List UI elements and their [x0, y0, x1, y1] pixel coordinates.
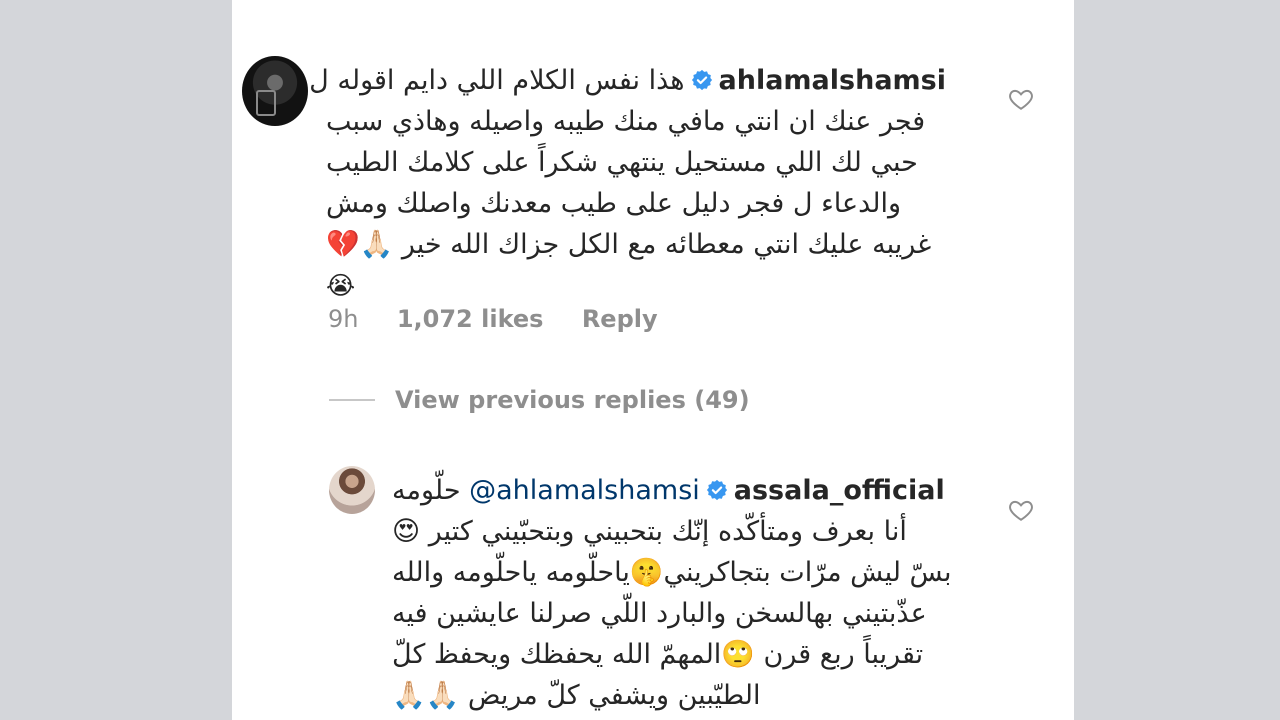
comment-text-line: 😭: [326, 271, 356, 300]
comment-text-line: حبي لك اللي مستحيل ينتهي شكراً على كلامك…: [326, 147, 918, 178]
likes-count-button[interactable]: 1,072 likes: [397, 305, 544, 333]
comment-text-line: تقريباً ربع قرن 🙄المهمّ الله يحفظك ويحفظ…: [392, 639, 924, 670]
comment-text-line: حلّومه: [392, 475, 461, 506]
comment-text-line: غريبه عليك انتي معطائه مع الكل جزاك الله…: [326, 229, 932, 260]
comments-panel: ahlamalshamsi هذا نفس الكلام اللي دايم اق…: [232, 0, 1074, 720]
verified-badge-icon: [706, 479, 727, 501]
view-replies-label: View previous replies (49): [395, 386, 750, 414]
comment-meta: 9h 1,072 likes Reply: [328, 305, 688, 333]
comment-assala-official: assala_official @ahlamalshamsi حلّومه أنا…: [392, 470, 967, 716]
comment-text-line: بسّ ليش مرّات بتجاكريني🤫ياحلّومه ياحلّوم…: [392, 557, 952, 588]
comment-ahlamalshamsi: ahlamalshamsi هذا نفس الكلام اللي دايم اق…: [309, 60, 947, 306]
username-ahlamalshamsi[interactable]: ahlamalshamsi: [719, 60, 947, 101]
comment-text-line: أنا بعرف ومتأكّده إنّك بتحبيني وبتحبّيني…: [392, 516, 907, 547]
replies-divider: [329, 399, 375, 401]
avatar-assala-official[interactable]: [329, 466, 375, 514]
comment-text-line: والدعاء ل فجر دليل على طيب معدنك واصلك و…: [326, 188, 902, 219]
reply-button[interactable]: Reply: [582, 305, 658, 333]
comment-text-line: هذا نفس الكلام اللي دايم اقوله ل: [309, 65, 685, 96]
mention-link[interactable]: @ahlamalshamsi: [469, 470, 700, 511]
comment-text-line: عذّبتيني بهالسخن والبارد اللّي صرلنا عاي…: [392, 598, 927, 629]
comment-time: 9h: [328, 305, 359, 333]
like-heart-icon[interactable]: [1008, 86, 1034, 112]
comment-text-line: فجر عنك ان انتي مافي منك طيبه واصيله وها…: [326, 106, 926, 137]
comment-text-line: الطيّبين ويشفي كلّ مريض 🙏🏻🙏🏻: [392, 680, 761, 711]
avatar-ahlamalshamsi[interactable]: [242, 56, 308, 126]
comment-first-line: assala_official @ahlamalshamsi حلّومه: [392, 470, 967, 511]
like-heart-icon[interactable]: [1008, 497, 1034, 523]
view-previous-replies-button[interactable]: View previous replies (49): [329, 386, 750, 414]
comment-first-line: ahlamalshamsi هذا نفس الكلام اللي دايم اق…: [309, 60, 947, 101]
verified-badge-icon: [691, 69, 712, 91]
username-assala-official[interactable]: assala_official: [734, 470, 945, 511]
